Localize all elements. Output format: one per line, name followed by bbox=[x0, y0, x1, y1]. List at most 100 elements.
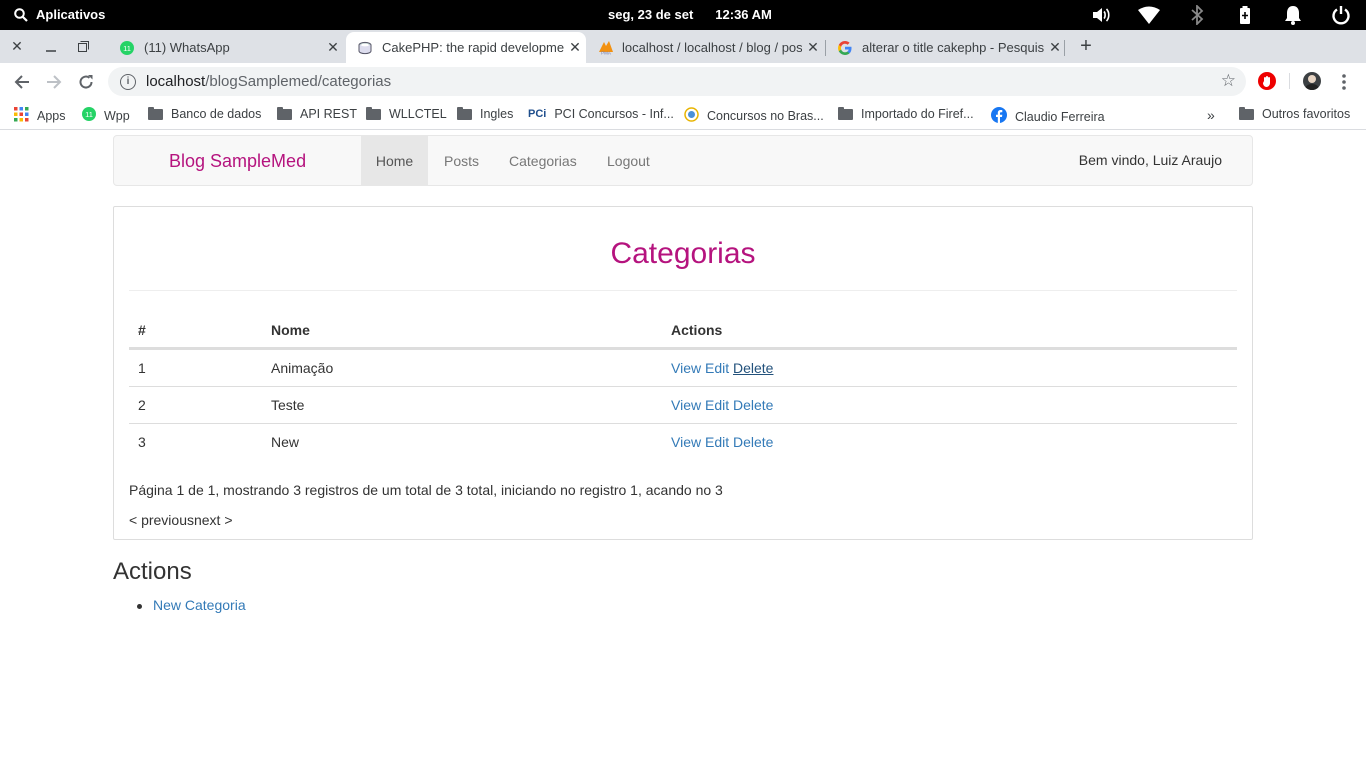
bookmark-folder-banco-de-dados[interactable]: Banco de dados bbox=[148, 106, 262, 121]
whatsapp-icon: 11 bbox=[120, 40, 134, 55]
browser-toolbar: i localhost/blogSamplemed/categorias ☆ bbox=[0, 63, 1366, 100]
window-minimize-icon[interactable] bbox=[40, 30, 62, 63]
forward-arrow-icon[interactable] bbox=[40, 68, 68, 96]
next-link: next > bbox=[193, 512, 233, 528]
back-arrow-icon[interactable] bbox=[8, 68, 36, 96]
cell-actions: View Edit Delete bbox=[671, 360, 773, 376]
delete-link[interactable]: Delete bbox=[733, 360, 773, 376]
bookmarks-overflow-chevron-icon[interactable]: » bbox=[1207, 107, 1215, 123]
bookmark-concursos-brasil[interactable]: Concursos no Bras... bbox=[684, 107, 824, 125]
tab-strip: ✕ 11 (11) WhatsApp ✕ CakePHP: the rapid … bbox=[0, 30, 1366, 63]
bookmark-label: Concursos no Bras... bbox=[707, 109, 824, 123]
sort-nome-link[interactable]: Nome bbox=[271, 322, 310, 338]
bookmark-label: Banco de dados bbox=[171, 107, 262, 121]
cell-nome: New bbox=[271, 434, 300, 450]
new-tab-plus-icon[interactable]: + bbox=[1074, 30, 1098, 63]
apps-grid-icon bbox=[14, 107, 29, 125]
tab-title: CakePHP: the rapid development php frame… bbox=[382, 40, 564, 55]
tab-title: (11) WhatsApp bbox=[144, 40, 230, 55]
reload-icon[interactable] bbox=[72, 68, 100, 96]
clock[interactable]: seg, 23 de set 12:36 AM bbox=[608, 7, 772, 22]
bookmark-star-icon[interactable]: ☆ bbox=[1221, 71, 1236, 91]
wifi-icon[interactable] bbox=[1138, 4, 1160, 26]
edit-link[interactable]: Edit bbox=[705, 397, 729, 413]
svg-text:PMA: PMA bbox=[601, 50, 611, 55]
categorias-panel: Categorias # Nome Actions 1 Animação Vie… bbox=[113, 206, 1253, 540]
page-content: Blog SampleMed Home Posts Categorias Log… bbox=[0, 131, 1366, 768]
bookmark-label: Importado do Firef... bbox=[861, 107, 974, 121]
search-icon bbox=[14, 7, 28, 22]
list-bullet bbox=[137, 604, 142, 609]
folder-icon bbox=[366, 106, 381, 120]
folder-icon bbox=[277, 106, 292, 120]
pagination: < previousnext > bbox=[129, 512, 233, 528]
address-bar[interactable]: i localhost/blogSamplemed/categorias ☆ bbox=[108, 67, 1246, 96]
paging-info: Página 1 de 1, mostrando 3 registros de … bbox=[129, 482, 723, 498]
bookmark-folder-ingles[interactable]: Ingles bbox=[457, 106, 514, 121]
bookmark-apps[interactable]: Apps bbox=[14, 107, 66, 125]
tab-title: alterar o title cakephp - Pesquisa Googl… bbox=[862, 40, 1044, 55]
tab-whatsapp[interactable]: 11 (11) WhatsApp ✕ bbox=[108, 32, 344, 63]
tab-separator bbox=[1064, 40, 1065, 56]
new-categoria-link[interactable]: New Categoria bbox=[153, 597, 246, 613]
bookmark-label: WLLCTEL bbox=[389, 107, 447, 121]
delete-link[interactable]: Delete bbox=[733, 434, 773, 450]
cell-id: 1 bbox=[138, 360, 146, 376]
folder-icon bbox=[1239, 106, 1254, 120]
nav-home[interactable]: Home bbox=[361, 136, 428, 185]
volume-icon[interactable] bbox=[1090, 4, 1112, 26]
adblock-extension-icon[interactable] bbox=[1258, 72, 1276, 90]
nav-categorias[interactable]: Categorias bbox=[494, 136, 592, 185]
bookmark-pci-concursos[interactable]: PCi PCI Concursos - Inf... bbox=[528, 107, 674, 121]
bookmark-folder-importado-firefox[interactable]: Importado do Firef... bbox=[838, 106, 974, 121]
view-link[interactable]: View bbox=[671, 397, 701, 413]
power-icon[interactable] bbox=[1330, 4, 1352, 26]
applications-menu[interactable]: Aplicativos bbox=[14, 7, 105, 22]
welcome-text: Bem vindo, Luiz Araujo bbox=[1078, 152, 1222, 168]
site-brand[interactable]: Blog SampleMed bbox=[169, 151, 306, 172]
tab-close-icon[interactable]: ✕ bbox=[802, 39, 824, 56]
bookmarks-bar: Apps 11 Wpp Banco de dados API REST WLLC… bbox=[0, 100, 1366, 130]
nav-logout[interactable]: Logout bbox=[592, 136, 665, 185]
bookmark-wpp[interactable]: 11 Wpp bbox=[82, 107, 130, 124]
browser-menu-kebab-icon[interactable] bbox=[1330, 68, 1358, 96]
bookmark-label: Ingles bbox=[480, 107, 514, 121]
site-navbar: Blog SampleMed Home Posts Categorias Log… bbox=[113, 135, 1253, 186]
view-link[interactable]: View bbox=[671, 434, 701, 450]
bookmark-folder-outros-favoritos[interactable]: Outros favoritos bbox=[1239, 106, 1351, 121]
nav-posts[interactable]: Posts bbox=[429, 136, 494, 185]
edit-link[interactable]: Edit bbox=[705, 360, 729, 376]
tab-phpmyadmin[interactable]: PMA localhost / localhost / blog / posts… bbox=[586, 32, 824, 63]
tab-close-icon[interactable]: ✕ bbox=[564, 39, 586, 56]
tab-close-icon[interactable]: ✕ bbox=[1044, 39, 1066, 56]
categorias-table: # Nome Actions 1 Animação View Edit Dele… bbox=[129, 311, 1237, 460]
battery-icon[interactable] bbox=[1234, 4, 1256, 26]
view-link[interactable]: View bbox=[671, 360, 701, 376]
bookmark-claudio-ferreira[interactable]: Claudio Ferreira bbox=[991, 107, 1105, 126]
toolbar-divider bbox=[1289, 73, 1290, 89]
bookmark-label: Apps bbox=[37, 109, 66, 123]
cell-id: 3 bbox=[138, 434, 146, 450]
tab-close-icon[interactable]: ✕ bbox=[322, 39, 344, 56]
bookmark-folder-api-rest[interactable]: API REST bbox=[277, 106, 357, 121]
concursos-icon bbox=[684, 107, 699, 125]
table-row: 1 Animação View Edit Delete bbox=[129, 349, 1237, 386]
window-close-icon[interactable]: ✕ bbox=[6, 30, 28, 63]
address-path: /blogSamplemed/categorias bbox=[205, 73, 392, 90]
window-restore-icon[interactable] bbox=[72, 30, 94, 63]
notifications-bell-icon[interactable] bbox=[1282, 4, 1304, 26]
facebook-icon bbox=[991, 107, 1007, 126]
site-info-icon[interactable]: i bbox=[120, 73, 136, 90]
tab-google-search[interactable]: alterar o title cakephp - Pesquisa Googl… bbox=[826, 32, 1066, 63]
tab-cakephp[interactable]: CakePHP: the rapid development php frame… bbox=[346, 32, 586, 63]
edit-link[interactable]: Edit bbox=[705, 434, 729, 450]
pci-icon: PCi bbox=[528, 108, 547, 120]
bookmark-label: Outros favoritos bbox=[1262, 107, 1351, 121]
os-top-bar: Aplicativos seg, 23 de set 12:36 AM bbox=[0, 0, 1366, 30]
profile-avatar[interactable] bbox=[1303, 72, 1321, 90]
bookmark-folder-wllctel[interactable]: WLLCTEL bbox=[366, 106, 447, 121]
delete-link[interactable]: Delete bbox=[733, 397, 773, 413]
table-row: 3 New View Edit Delete bbox=[129, 423, 1237, 460]
sort-id-link[interactable]: # bbox=[138, 322, 146, 338]
bluetooth-icon[interactable] bbox=[1186, 4, 1208, 26]
